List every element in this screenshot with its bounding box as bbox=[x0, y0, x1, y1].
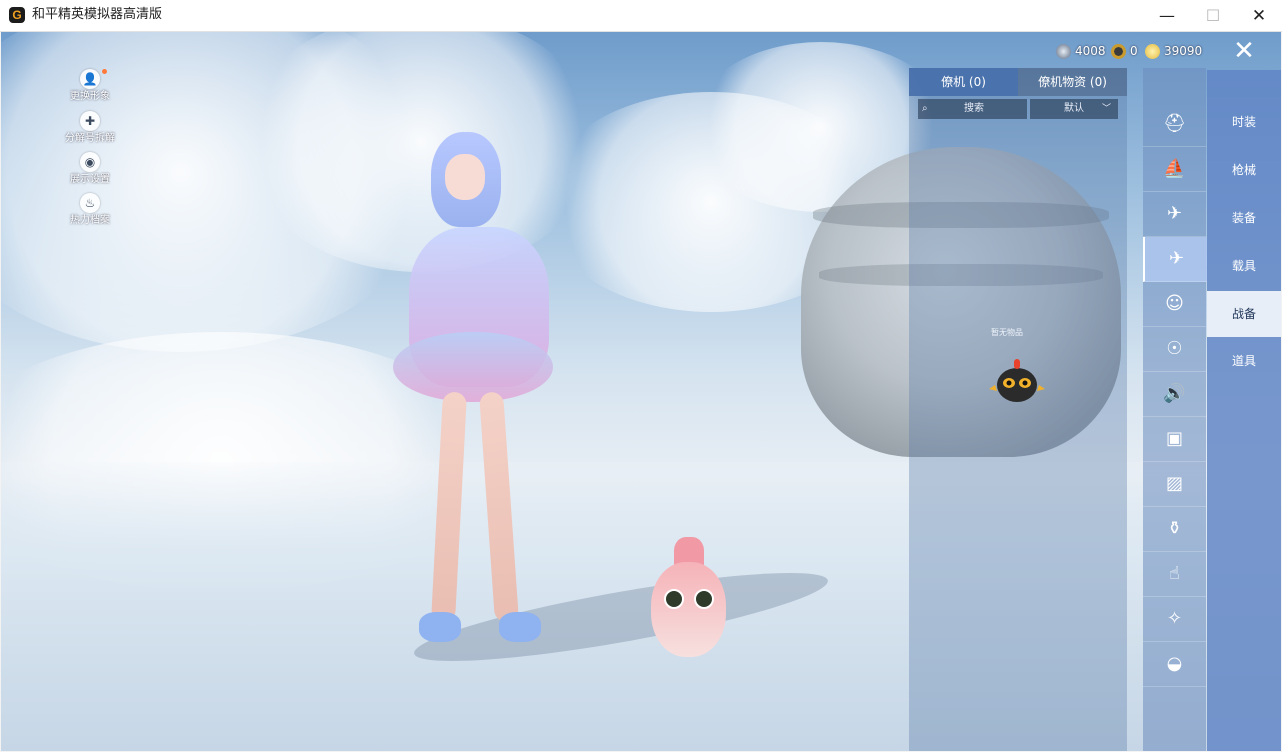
helmet-icon[interactable]: ⛑ bbox=[1143, 102, 1206, 147]
pet-icon[interactable]: ▣ bbox=[1143, 417, 1206, 462]
close-panel-icon[interactable]: ✕ bbox=[1207, 32, 1281, 70]
category-equipment[interactable]: 装备 bbox=[1207, 195, 1281, 241]
empty-state-mascot-icon bbox=[989, 359, 1045, 402]
left-menu-heat-archive[interactable]: ♨ 热力档案 bbox=[50, 193, 130, 228]
dish-icon[interactable]: ◒ bbox=[1143, 642, 1206, 687]
chevron-down-icon: ﹀ bbox=[1102, 104, 1112, 114]
hand-icon[interactable]: ☝ bbox=[1143, 552, 1206, 597]
drone-icon[interactable]: ✈ bbox=[1143, 192, 1206, 237]
window-titlebar: G 和平精英模拟器高清版 — ☐ ✕ bbox=[0, 0, 1282, 32]
avatar-icon: 👤 bbox=[80, 69, 100, 89]
currency-value: 39090 bbox=[1164, 44, 1203, 58]
currency-coupon: 39090 bbox=[1145, 42, 1202, 60]
left-menu-change-look[interactable]: 👤 更换形象 bbox=[50, 69, 130, 104]
left-menu-decompose[interactable]: ✚ 分解号拆解 bbox=[50, 111, 130, 146]
silver-coin-icon bbox=[1056, 43, 1071, 59]
character-skirt bbox=[393, 332, 553, 402]
sort-value: 默认 bbox=[1064, 103, 1084, 114]
eye-icon: ◉ bbox=[80, 152, 100, 172]
game-viewport: 👤 更换形象 ✚ 分解号拆解 ◉ 展示设置 ♨ 热力档案 4008 0 3909… bbox=[1, 32, 1281, 751]
character-leg bbox=[430, 391, 468, 623]
picture-icon[interactable]: ▨ bbox=[1143, 462, 1206, 507]
sparkle-icon[interactable]: ✧ bbox=[1143, 597, 1206, 642]
robot-icon[interactable]: ☉ bbox=[1143, 327, 1206, 372]
character-shoe bbox=[419, 612, 461, 642]
window-title: 和平精英模拟器高清版 bbox=[32, 7, 163, 22]
category-vehicles[interactable]: 载具 bbox=[1207, 243, 1281, 289]
player-character[interactable] bbox=[379, 132, 569, 652]
character-leg bbox=[479, 391, 519, 623]
subcategory-icon-column: ⛑ ⛵ ✈ ✈ ☺ ☉ 🔊 ▣ ▨ ⚱ ☝ ✧ ◒ bbox=[1143, 68, 1208, 751]
empty-state-text: 暂无物品 bbox=[991, 328, 1023, 337]
puzzle-icon: ✚ bbox=[80, 111, 100, 131]
category-battle-gear[interactable]: 战备 bbox=[1207, 291, 1281, 337]
category-firearms[interactable]: 枪械 bbox=[1207, 147, 1281, 193]
pet-companion[interactable] bbox=[646, 537, 731, 667]
currency-value: 0 bbox=[1130, 44, 1138, 58]
category-column: 时装 枪械 装备 载具 战备 道具 bbox=[1207, 70, 1281, 751]
minimize-button[interactable]: — bbox=[1144, 0, 1190, 31]
app-logo: G bbox=[9, 7, 25, 23]
glider-icon[interactable]: ✈ bbox=[1143, 237, 1208, 282]
wingman-panel: 僚机 (0) 僚机物资 (0) ⌕ 搜索 默认 ﹀ 暂无物品 bbox=[909, 68, 1127, 751]
flame-icon: ♨ bbox=[80, 193, 100, 213]
maximize-button[interactable]: ☐ bbox=[1190, 0, 1236, 31]
character-shoe bbox=[499, 612, 541, 642]
pet-body bbox=[651, 562, 726, 657]
left-menu-label: 热力档案 bbox=[70, 215, 110, 226]
tab-wingman[interactable]: 僚机 (0) bbox=[909, 68, 1018, 96]
spray-icon[interactable]: ⚱ bbox=[1143, 507, 1206, 552]
left-menu-label: 展示设置 bbox=[70, 174, 110, 185]
search-placeholder: 搜索 bbox=[964, 103, 984, 114]
left-menu-display-settings[interactable]: ◉ 展示设置 bbox=[50, 152, 130, 187]
currency-gold-badge: 0 bbox=[1111, 42, 1138, 60]
window-close-button[interactable]: ✕ bbox=[1236, 0, 1282, 31]
tab-wingman-supplies[interactable]: 僚机物资 (0) bbox=[1018, 68, 1127, 96]
coupon-coin-icon bbox=[1145, 43, 1160, 59]
category-props[interactable]: 道具 bbox=[1207, 338, 1281, 384]
character-face bbox=[445, 154, 485, 200]
notification-dot bbox=[102, 69, 107, 74]
boat-icon[interactable]: ⛵ bbox=[1143, 147, 1206, 192]
search-icon: ⌕ bbox=[922, 103, 928, 114]
pet-eye bbox=[694, 589, 714, 609]
currency-silver: 4008 bbox=[1056, 42, 1106, 60]
speaker-icon[interactable]: 🔊 bbox=[1143, 372, 1206, 417]
left-menu-label: 更换形象 bbox=[70, 91, 110, 102]
left-menu-label: 分解号拆解 bbox=[65, 133, 115, 144]
search-input[interactable]: ⌕ 搜索 bbox=[918, 99, 1027, 119]
currency-value: 4008 bbox=[1075, 44, 1106, 58]
badge-coin-icon bbox=[1111, 43, 1126, 59]
sort-dropdown[interactable]: 默认 ﹀ bbox=[1030, 99, 1118, 119]
pet-eye bbox=[664, 589, 684, 609]
face-icon[interactable]: ☺ bbox=[1143, 282, 1206, 327]
category-fashion[interactable]: 时装 bbox=[1207, 99, 1281, 145]
